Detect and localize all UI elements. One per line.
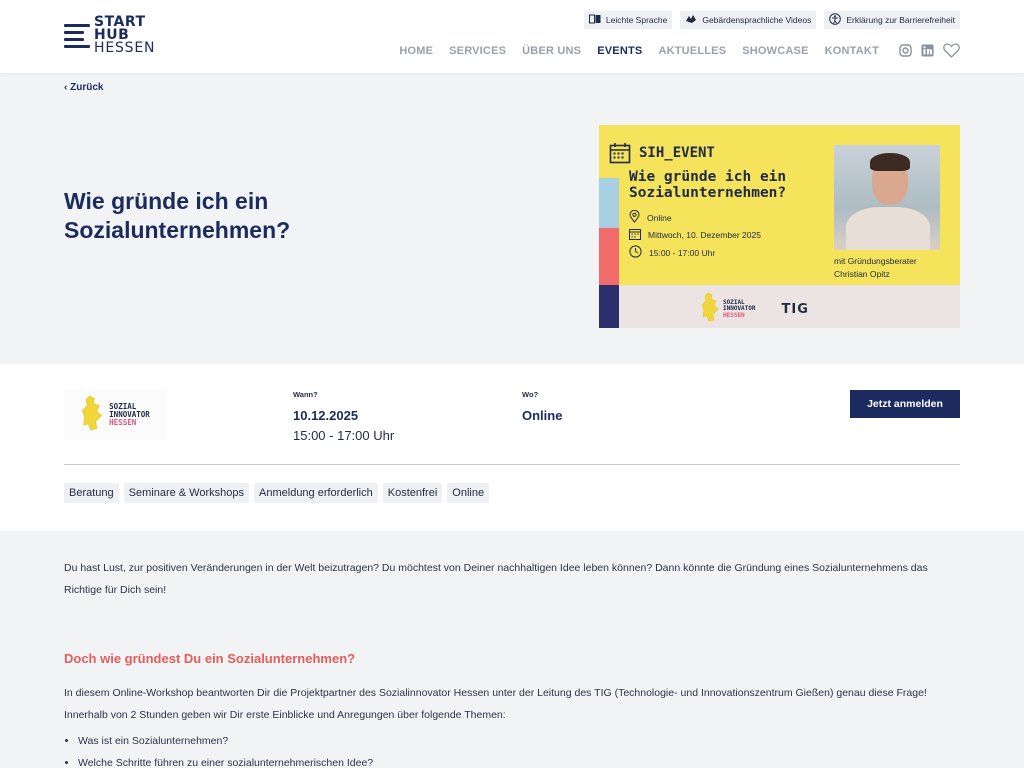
sz-line-3: HESSEN [723, 311, 745, 319]
logo-text: START HUB HESSEN [94, 15, 156, 56]
heart-icon[interactable] [942, 43, 960, 58]
event-info-card: SOZIAL INNOVATOR HESSEN Wann? 10.12.2025… [0, 364, 1024, 531]
tag-consulting[interactable]: Beratung [64, 483, 119, 503]
banner-date-row: Mittwoch, 10. Dezember 2025 [629, 228, 761, 242]
list-item: Was ist ein Sozialunternehmen? [78, 730, 960, 752]
nav-about[interactable]: ÜBER UNS [522, 45, 581, 57]
register-button[interactable]: Jetzt anmelden [850, 390, 960, 418]
color-strip-navy [599, 285, 619, 328]
back-link[interactable]: ‹ Zurück [64, 82, 103, 93]
speaker-name: Christian Opitz [834, 269, 890, 279]
clock-icon [629, 245, 642, 260]
accessibility-statement-label: Erklärung zur Barrierefreiheit [846, 15, 955, 25]
tag-online[interactable]: Online [447, 483, 490, 503]
sign-language-videos-button[interactable]: Gebärdensprachliche Videos [680, 11, 817, 29]
org-logo-line-3: HESSEN [109, 418, 137, 427]
nav-events[interactable]: EVENTS [597, 45, 642, 57]
book-icon [588, 14, 601, 27]
list-item: Welche Schritte führen zu einer sozialun… [78, 752, 960, 768]
calendar-icon [609, 142, 631, 169]
speaker-credit: mit Gründungsberater Christian Opitz [834, 255, 954, 281]
event-time: 15:00 - 17:00 Uhr [293, 428, 395, 443]
topics-list: Was ist ein Sozialunternehmen? Welche Sc… [64, 730, 960, 768]
back-label: Zurück [70, 82, 104, 93]
hessen-map-icon [80, 395, 104, 436]
event-date: 10.12.2025 [293, 408, 359, 423]
location-pin-icon [629, 209, 640, 225]
when-label: Wann? [293, 390, 318, 399]
speaker-photo [834, 145, 940, 250]
banner-time: 15:00 - 17:00 Uhr [649, 247, 716, 258]
logo-line-3: HESSEN [94, 40, 156, 56]
banner-location-row: Online [629, 209, 672, 225]
site-header: START HUB HESSEN Leichte Sprache Gebärde… [0, 0, 1024, 73]
nav-home[interactable]: HOME [399, 45, 433, 57]
sign-language-icon [685, 14, 697, 27]
starthub-hessen-logo[interactable]: START HUB HESSEN [64, 15, 160, 58]
tag-registration-required[interactable]: Anmeldung erforderlich [254, 483, 378, 503]
divider [64, 464, 960, 465]
nav-news[interactable]: AKTUELLES [658, 45, 726, 57]
organizer-logo[interactable]: SOZIAL INNOVATOR HESSEN [64, 390, 166, 440]
nav-contact[interactable]: KONTAKT [825, 45, 879, 57]
hessen-map-icon [701, 292, 719, 327]
tag-free[interactable]: Kostenfrei [382, 483, 443, 503]
tig-logo: TIG [781, 302, 809, 317]
easy-language-button[interactable]: Leichte Sprache [583, 11, 673, 29]
event-description: Du hast Lust, zur positiven Veränderunge… [64, 557, 960, 768]
calendar-small-icon [629, 228, 641, 242]
event-series-tag: SIH_EVENT [639, 145, 715, 161]
accessibility-bar: Leichte Sprache Gebärdensprachliche Vide… [583, 11, 960, 29]
logo-mark-icon [64, 20, 92, 54]
workshop-paragraph: In diesem Online-Workshop beantworten Di… [64, 687, 927, 721]
tag-seminars-workshops[interactable]: Seminare & Workshops [123, 483, 250, 503]
easy-language-label: Leichte Sprache [605, 15, 668, 25]
tag-list: Beratung Seminare & Workshops Anmeldung … [64, 483, 490, 503]
color-strip-blue [599, 178, 619, 228]
accessibility-statement-button[interactable]: Erklärung zur Barrierefreiheit [824, 11, 960, 29]
social-links [898, 43, 960, 58]
banner-date: Mittwoch, 10. Dezember 2025 [648, 230, 761, 240]
where-label: Wo? [522, 390, 539, 399]
nav-services[interactable]: SERVICES [449, 45, 506, 57]
banner-time-row: 15:00 - 17:00 Uhr [629, 245, 715, 260]
color-strip-red [599, 228, 619, 285]
section-heading: Doch wie gründest Du ein Sozialunternehm… [64, 651, 356, 666]
instagram-icon[interactable] [898, 43, 912, 57]
speaker-credit-line-1: mit Gründungsberater [834, 256, 917, 266]
linkedin-icon[interactable] [920, 43, 934, 57]
banner-location: Online [647, 212, 672, 223]
main-nav: HOME SERVICES ÜBER UNS EVENTS AKTUELLES … [399, 45, 879, 57]
nav-showcase[interactable]: SHOWCASE [742, 45, 808, 57]
sozialinnovator-logo: SOZIAL INNOVATOR HESSEN [701, 292, 756, 327]
event-location: Online [522, 408, 563, 423]
intro-paragraph: Du hast Lust, zur positiven Veränderunge… [64, 562, 928, 596]
event-banner-image: SIH_EVENT Wie gründe ich ein Sozialunter… [599, 125, 960, 328]
page-title: Wie gründe ich ein Sozialunternehmen? [64, 188, 291, 243]
banner-title: Wie gründe ich ein Sozialunternehmen? [629, 169, 787, 201]
banner-partner-logos: SOZIAL INNOVATOR HESSEN TIG [701, 292, 809, 327]
accessibility-icon [829, 12, 842, 28]
sign-language-label: Gebärdensprachliche Videos [702, 15, 812, 25]
